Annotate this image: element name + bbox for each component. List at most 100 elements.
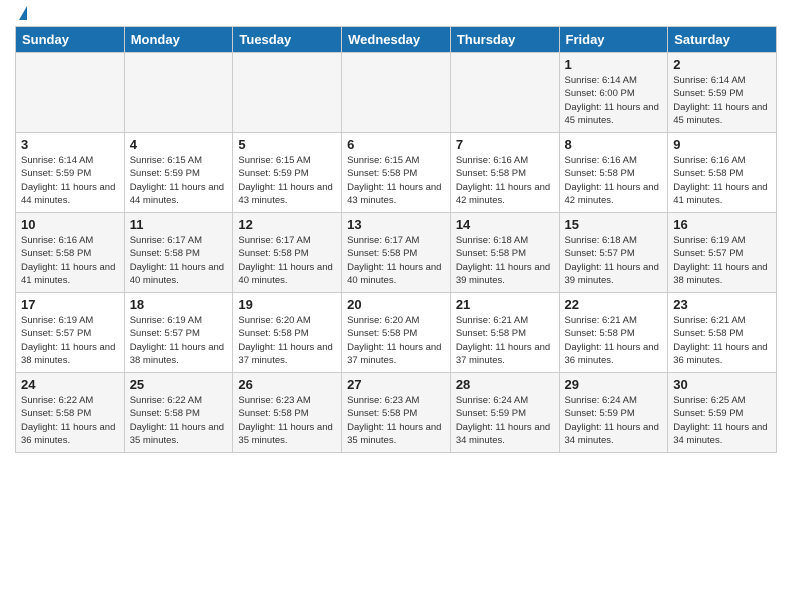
page: SundayMondayTuesdayWednesdayThursdayFrid… [0,0,792,612]
cell-day-number: 9 [673,137,771,152]
logo [15,10,27,20]
cell-info-text: Sunrise: 6:21 AM Sunset: 5:58 PM Dayligh… [565,314,663,367]
cell-info-text: Sunrise: 6:24 AM Sunset: 5:59 PM Dayligh… [456,394,554,447]
cell-day-number: 4 [130,137,228,152]
calendar-cell: 27Sunrise: 6:23 AM Sunset: 5:58 PM Dayli… [342,373,451,453]
cell-info-text: Sunrise: 6:19 AM Sunset: 5:57 PM Dayligh… [21,314,119,367]
cell-day-number: 27 [347,377,445,392]
calendar-day-header: Wednesday [342,27,451,53]
calendar-cell: 16 Sunrise: 6:19 AM Sunset: 5:57 PM Dayli… [668,213,777,293]
calendar-week-row: 17 Sunrise: 6:19 AM Sunset: 5:57 PM Dayli… [16,293,777,373]
cell-info-text: Sunrise: 6:15 AM Sunset: 5:59 PM Dayligh… [238,154,336,207]
cell-day-number: 23 [673,297,771,312]
calendar-cell: 8 Sunrise: 6:16 AM Sunset: 5:58 PM Daylig… [559,133,668,213]
logo-triangle-icon [19,6,27,20]
cell-day-number: 16 [673,217,771,232]
cell-info-text: Sunrise: 6:16 AM Sunset: 5:58 PM Dayligh… [673,154,771,207]
cell-info-text: Sunrise: 6:21 AM Sunset: 5:58 PM Dayligh… [673,314,771,367]
cell-day-number: 29 [565,377,663,392]
calendar-cell: 14 Sunrise: 6:18 AM Sunset: 5:58 PM Dayli… [450,213,559,293]
calendar-cell: 10Sunrise: 6:16 AM Sunset: 5:58 PM Dayli… [16,213,125,293]
calendar-header-row: SundayMondayTuesdayWednesdayThursdayFrid… [16,27,777,53]
cell-info-text: Sunrise: 6:23 AM Sunset: 5:58 PM Dayligh… [238,394,336,447]
cell-info-text: Sunrise: 6:22 AM Sunset: 5:58 PM Dayligh… [130,394,228,447]
cell-day-number: 1 [565,57,663,72]
cell-day-number: 30 [673,377,771,392]
cell-day-number: 20 [347,297,445,312]
calendar-cell: 4 Sunrise: 6:15 AM Sunset: 5:59 PM Daylig… [124,133,233,213]
cell-info-text: Sunrise: 6:18 AM Sunset: 5:57 PM Dayligh… [565,234,663,287]
cell-day-number: 7 [456,137,554,152]
calendar-table: SundayMondayTuesdayWednesdayThursdayFrid… [15,26,777,453]
cell-info-text: Sunrise: 6:14 AM Sunset: 5:59 PM Dayligh… [21,154,119,207]
cell-day-number: 8 [565,137,663,152]
calendar-cell: 26 Sunrise: 6:23 AM Sunset: 5:58 PM Dayli… [233,373,342,453]
calendar-cell: 24 Sunrise: 6:22 AM Sunset: 5:58 PM Dayli… [16,373,125,453]
cell-day-number: 5 [238,137,336,152]
cell-day-number: 14 [456,217,554,232]
cell-info-text: Sunrise: 6:19 AM Sunset: 5:57 PM Dayligh… [673,234,771,287]
calendar-day-header: Sunday [16,27,125,53]
cell-info-text: Sunrise: 6:16 AM Sunset: 5:58 PM Dayligh… [565,154,663,207]
calendar-cell [342,53,451,133]
cell-info-text: Sunrise: 6:17 AM Sunset: 5:58 PM Dayligh… [238,234,336,287]
calendar-day-header: Tuesday [233,27,342,53]
cell-info-text: Sunrise: 6:15 AM Sunset: 5:58 PM Dayligh… [347,154,445,207]
calendar-cell: 29Sunrise: 6:24 AM Sunset: 5:59 PM Dayli… [559,373,668,453]
calendar-cell: 12 Sunrise: 6:17 AM Sunset: 5:58 PM Dayli… [233,213,342,293]
calendar-cell: 30 Sunrise: 6:25 AM Sunset: 5:59 PM Dayli… [668,373,777,453]
cell-day-number: 17 [21,297,119,312]
cell-info-text: Sunrise: 6:14 AM Sunset: 5:59 PM Dayligh… [673,74,771,127]
cell-day-number: 22 [565,297,663,312]
calendar-week-row: 1 Sunrise: 6:14 AM Sunset: 6:00 PM Daylig… [16,53,777,133]
calendar-cell: 2 Sunrise: 6:14 AM Sunset: 5:59 PM Daylig… [668,53,777,133]
cell-info-text: Sunrise: 6:19 AM Sunset: 5:57 PM Dayligh… [130,314,228,367]
calendar-cell: 7 Sunrise: 6:16 AM Sunset: 5:58 PM Daylig… [450,133,559,213]
calendar-cell: 17 Sunrise: 6:19 AM Sunset: 5:57 PM Dayli… [16,293,125,373]
cell-day-number: 26 [238,377,336,392]
cell-info-text: Sunrise: 6:20 AM Sunset: 5:58 PM Dayligh… [238,314,336,367]
calendar-cell: 25 Sunrise: 6:22 AM Sunset: 5:58 PM Dayli… [124,373,233,453]
calendar-week-row: 3 Sunrise: 6:14 AM Sunset: 5:59 PM Daylig… [16,133,777,213]
cell-day-number: 13 [347,217,445,232]
cell-day-number: 24 [21,377,119,392]
cell-info-text: Sunrise: 6:15 AM Sunset: 5:59 PM Dayligh… [130,154,228,207]
calendar-cell: 11 Sunrise: 6:17 AM Sunset: 5:58 PM Dayli… [124,213,233,293]
cell-day-number: 12 [238,217,336,232]
header [15,10,777,20]
calendar-cell: 3 Sunrise: 6:14 AM Sunset: 5:59 PM Daylig… [16,133,125,213]
cell-day-number: 19 [238,297,336,312]
calendar-week-row: 10Sunrise: 6:16 AM Sunset: 5:58 PM Dayli… [16,213,777,293]
cell-day-number: 25 [130,377,228,392]
cell-day-number: 15 [565,217,663,232]
cell-day-number: 2 [673,57,771,72]
calendar-cell: 23 Sunrise: 6:21 AM Sunset: 5:58 PM Dayli… [668,293,777,373]
calendar-day-header: Monday [124,27,233,53]
cell-info-text: Sunrise: 6:22 AM Sunset: 5:58 PM Dayligh… [21,394,119,447]
calendar-cell: 19 Sunrise: 6:20 AM Sunset: 5:58 PM Dayli… [233,293,342,373]
calendar-cell: 1 Sunrise: 6:14 AM Sunset: 6:00 PM Daylig… [559,53,668,133]
calendar-cell: 15 Sunrise: 6:18 AM Sunset: 5:57 PM Dayli… [559,213,668,293]
cell-info-text: Sunrise: 6:25 AM Sunset: 5:59 PM Dayligh… [673,394,771,447]
calendar-day-header: Saturday [668,27,777,53]
calendar-cell: 6 Sunrise: 6:15 AM Sunset: 5:58 PM Daylig… [342,133,451,213]
cell-info-text: Sunrise: 6:17 AM Sunset: 5:58 PM Dayligh… [130,234,228,287]
calendar-day-header: Thursday [450,27,559,53]
cell-day-number: 21 [456,297,554,312]
calendar-cell: 22 Sunrise: 6:21 AM Sunset: 5:58 PM Dayli… [559,293,668,373]
cell-day-number: 11 [130,217,228,232]
calendar-cell: 9 Sunrise: 6:16 AM Sunset: 5:58 PM Daylig… [668,133,777,213]
cell-info-text: Sunrise: 6:18 AM Sunset: 5:58 PM Dayligh… [456,234,554,287]
cell-info-text: Sunrise: 6:16 AM Sunset: 5:58 PM Dayligh… [21,234,119,287]
calendar-cell: 20Sunrise: 6:20 AM Sunset: 5:58 PM Dayli… [342,293,451,373]
cell-day-number: 6 [347,137,445,152]
calendar-week-row: 24 Sunrise: 6:22 AM Sunset: 5:58 PM Dayli… [16,373,777,453]
calendar-cell [233,53,342,133]
cell-day-number: 3 [21,137,119,152]
calendar-day-header: Friday [559,27,668,53]
calendar-cell: 5 Sunrise: 6:15 AM Sunset: 5:59 PM Daylig… [233,133,342,213]
cell-info-text: Sunrise: 6:16 AM Sunset: 5:58 PM Dayligh… [456,154,554,207]
cell-info-text: Sunrise: 6:14 AM Sunset: 6:00 PM Dayligh… [565,74,663,127]
calendar-cell [16,53,125,133]
calendar-cell: 28Sunrise: 6:24 AM Sunset: 5:59 PM Dayli… [450,373,559,453]
